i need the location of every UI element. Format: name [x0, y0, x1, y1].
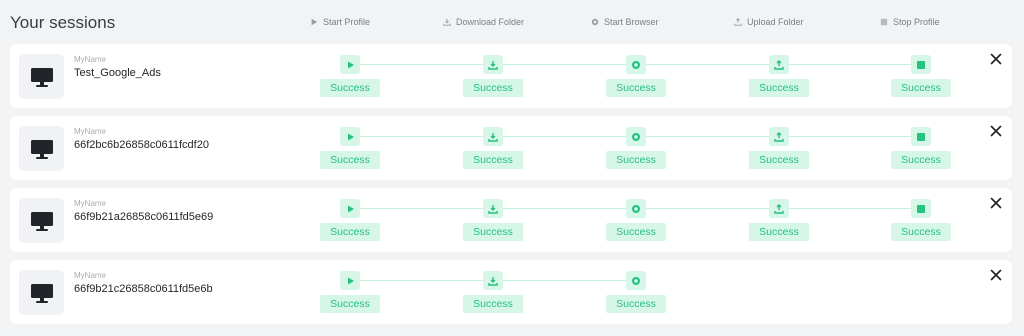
status-badge: Success	[749, 79, 809, 97]
step-header-start-profile: Start Profile	[310, 16, 370, 28]
step-header-label: Upload Folder	[747, 17, 804, 27]
session-label: MyName	[74, 271, 107, 280]
session-name: 66f9b21c26858c0611fd5e6b	[74, 283, 213, 295]
status-badge: Success	[320, 223, 380, 241]
download-icon	[443, 18, 451, 26]
close-button[interactable]	[989, 268, 1003, 282]
session-card: MyName 66f9b21a26858c0611fd5e69 Success Suc…	[10, 188, 1012, 252]
status-badge: Success	[320, 151, 380, 169]
step-header-label: Start Browser	[604, 17, 659, 27]
close-icon	[990, 269, 1002, 281]
session-card: MyName Test_Google_Ads Success Success Succe…	[10, 44, 1012, 108]
step-header-label: Stop Profile	[893, 17, 940, 27]
close-button[interactable]	[989, 196, 1003, 210]
close-icon	[990, 125, 1002, 137]
session-card: MyName 66f9b21c26858c0611fd5e6b Success Suc…	[10, 260, 1012, 324]
close-button[interactable]	[989, 124, 1003, 138]
play-icon	[311, 18, 318, 26]
step-header-start-browser: Start Browser	[591, 16, 659, 28]
browser-icon	[626, 271, 646, 290]
download-icon	[483, 127, 503, 146]
step-header-upload-folder: Upload Folder	[734, 16, 804, 28]
upload-icon	[734, 18, 742, 26]
browser-icon	[626, 127, 646, 146]
play-icon	[340, 55, 360, 74]
play-icon	[340, 127, 360, 146]
step-header-stop-profile: Stop Profile	[880, 16, 940, 28]
session-name: 66f2bc6b26858c0611fcdf20	[74, 139, 209, 151]
status-badge: Success	[749, 151, 809, 169]
status-badge: Success	[463, 79, 523, 97]
upload-icon	[769, 199, 789, 218]
status-badge: Success	[606, 223, 666, 241]
status-badge: Success	[463, 151, 523, 169]
session-label: MyName	[74, 199, 107, 208]
status-badge: Success	[606, 79, 666, 97]
play-icon	[340, 199, 360, 218]
session-label: MyName	[74, 127, 107, 136]
step-header-label: Start Profile	[323, 17, 371, 27]
download-icon	[483, 199, 503, 218]
stop-icon	[911, 199, 931, 218]
browser-icon	[626, 199, 646, 218]
status-badge: Success	[463, 223, 523, 241]
desktop-icon	[19, 126, 64, 171]
close-button[interactable]	[989, 52, 1003, 66]
session-label: MyName	[74, 55, 107, 64]
upload-icon	[769, 127, 789, 146]
stop-icon	[911, 127, 931, 146]
desktop-icon	[19, 270, 64, 315]
stop-icon	[880, 18, 888, 26]
close-icon	[990, 53, 1002, 65]
download-icon	[483, 55, 503, 74]
download-icon	[483, 271, 503, 290]
status-badge: Success	[320, 79, 380, 97]
desktop-icon	[19, 198, 64, 243]
status-badge: Success	[606, 151, 666, 169]
steps-header: Start Profile Download Folder Start Brow…	[0, 0, 1024, 44]
status-badge: Success	[749, 223, 809, 241]
status-badge: Success	[606, 295, 666, 313]
status-badge: Success	[891, 151, 951, 169]
close-icon	[990, 197, 1002, 209]
status-badge: Success	[320, 295, 380, 313]
step-header-download-folder: Download Folder	[443, 16, 524, 28]
session-name: 66f9b21a26858c0611fd5e69	[74, 211, 214, 223]
upload-icon	[769, 55, 789, 74]
status-badge: Success	[891, 223, 951, 241]
status-badge: Success	[463, 295, 523, 313]
browser-icon	[591, 18, 599, 26]
desktop-icon	[19, 54, 64, 99]
step-header-label: Download Folder	[456, 17, 525, 27]
session-card: MyName 66f2bc6b26858c0611fcdf20 Success Suc…	[10, 116, 1012, 180]
status-badge: Success	[891, 79, 951, 97]
browser-icon	[626, 55, 646, 74]
play-icon	[340, 271, 360, 290]
session-name: Test_Google_Ads	[74, 67, 161, 79]
stop-icon	[911, 55, 931, 74]
